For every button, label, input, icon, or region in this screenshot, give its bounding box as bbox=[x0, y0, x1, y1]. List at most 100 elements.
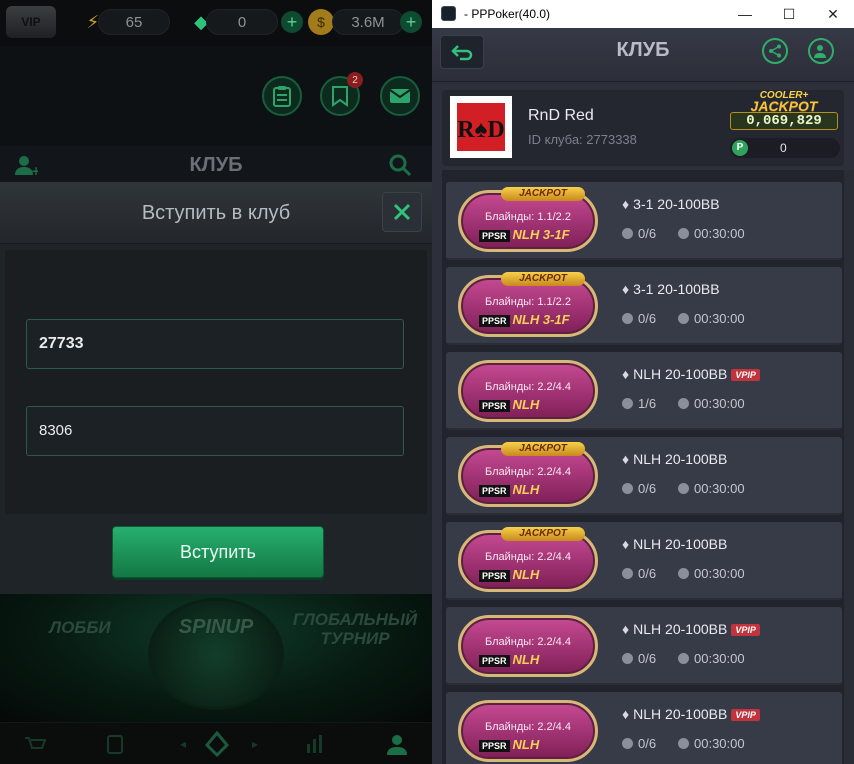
cards-tab-icon[interactable] bbox=[102, 731, 128, 757]
maximize-button[interactable]: ☐ bbox=[774, 4, 804, 24]
spinup-label[interactable]: SPINUP bbox=[150, 616, 282, 639]
game-type-tag: PPSR NLH 3-1F bbox=[479, 227, 585, 243]
table-time: 00:30:00 bbox=[694, 311, 745, 326]
game-type-tag: PPSR NLH bbox=[479, 397, 585, 413]
table-blinds: Блайнды: 1.1/2.2 bbox=[485, 296, 571, 308]
table-row[interactable]: JACKPOT Блайнды: 2.2/4.4 PPSR NLH ♦ NLH 20-10… bbox=[446, 437, 842, 515]
table-name-text: NLH 20-100BB bbox=[633, 451, 728, 467]
table-name-text: NLH 20-100BB bbox=[633, 366, 728, 382]
global-tournament-label-line1[interactable]: ГЛОБАЛЬНЫЙ bbox=[292, 610, 418, 630]
player-count: 0/6 bbox=[638, 311, 657, 326]
table-thumbnail: JACKPOT Блайнды: 1.1/2.2 PPSR NLH 3-1F bbox=[458, 187, 598, 252]
player-icon bbox=[622, 483, 633, 494]
ppsr-tag: PPSR bbox=[479, 229, 510, 242]
close-window-button[interactable]: ✕ bbox=[818, 4, 848, 24]
home-logo-icon[interactable] bbox=[204, 731, 230, 757]
list-scrollbar[interactable] bbox=[844, 170, 854, 764]
coin-icon: $ bbox=[308, 9, 334, 35]
spinup-globe[interactable] bbox=[148, 598, 284, 710]
search-icon[interactable] bbox=[388, 152, 412, 177]
svg-text:R♠D: R♠D bbox=[457, 117, 504, 143]
minimize-button[interactable]: — bbox=[730, 4, 760, 24]
table-row[interactable]: Блайнды: 2.2/4.4 PPSR NLH ♦ NLH 20-100BB VPIP… bbox=[446, 607, 842, 685]
clock-icon bbox=[678, 568, 689, 579]
diamond-suit-icon: ♦ bbox=[622, 451, 630, 467]
dialog-body bbox=[5, 250, 427, 514]
table-thumbnail: Блайнды: 2.2/4.4 PPSR NLH bbox=[458, 360, 598, 422]
chevron-right-icon[interactable]: ▸ bbox=[242, 731, 268, 757]
game-tag-label: NLH 3-1F bbox=[512, 312, 570, 327]
add-coins-button[interactable]: + bbox=[400, 11, 422, 33]
table-time: 00:30:00 bbox=[694, 736, 745, 751]
table-name-text: NLH 20-100BB bbox=[633, 621, 728, 637]
share-button[interactable] bbox=[762, 38, 788, 64]
diamond-suit-icon: ♦ bbox=[622, 366, 630, 382]
game-type-tag: PPSR NLH bbox=[479, 652, 585, 668]
game-tag-label: NLH bbox=[512, 652, 540, 667]
join-club-button[interactable]: Вступить bbox=[112, 526, 324, 578]
clock-icon bbox=[678, 483, 689, 494]
shop-tab-icon[interactable] bbox=[22, 731, 48, 757]
player-icon bbox=[622, 568, 633, 579]
game-type-tag: PPSR NLH bbox=[479, 567, 585, 583]
mail-icon bbox=[389, 89, 411, 103]
p-coin-balance: P 0 bbox=[730, 138, 840, 158]
table-row[interactable]: JACKPOT Блайнды: 1.1/2.2 PPSR NLH 3-1F ♦ 3-1 … bbox=[446, 182, 842, 260]
clipboard-button[interactable] bbox=[262, 76, 302, 116]
table-time: 00:30:00 bbox=[694, 481, 745, 496]
player-icon bbox=[622, 228, 633, 239]
clock-icon bbox=[678, 313, 689, 324]
player-count: 0/6 bbox=[638, 736, 657, 751]
add-user-icon[interactable]: + bbox=[14, 152, 41, 178]
table-row[interactable]: JACKPOT Блайнды: 1.1/2.2 PPSR NLH 3-1F ♦ 3-1 … bbox=[446, 267, 842, 345]
table-blinds: Блайнды: 2.2/4.4 bbox=[485, 636, 571, 648]
global-tournament-label-line2[interactable]: ТУРНИР bbox=[292, 629, 418, 649]
table-name: ♦ NLH 20-100BB bbox=[622, 451, 727, 467]
back-button[interactable] bbox=[440, 35, 484, 69]
invite-code-input[interactable]: 8306 bbox=[26, 406, 404, 456]
game-type-tag: PPSR NLH bbox=[479, 482, 585, 498]
diamond-suit-icon: ♦ bbox=[622, 621, 630, 637]
table-blinds: Блайнды: 2.2/4.4 bbox=[485, 466, 571, 478]
close-dialog-button[interactable] bbox=[382, 192, 422, 232]
members-icon bbox=[814, 45, 826, 58]
table-name: ♦ NLH 20-100BB VPIP bbox=[622, 706, 760, 722]
mail-button[interactable] bbox=[380, 76, 420, 116]
table-name-text: 3-1 20-100BB bbox=[633, 196, 720, 212]
table-thumbnail: JACKPOT Блайнды: 1.1/2.2 PPSR NLH 3-1F bbox=[458, 272, 598, 337]
vip-badge[interactable]: VIP bbox=[6, 6, 56, 38]
ppsr-tag: PPSR bbox=[479, 399, 510, 412]
club-id-input[interactable]: 27733 bbox=[26, 319, 404, 369]
stats-tab-icon[interactable] bbox=[302, 731, 328, 757]
chevron-left-icon[interactable]: ◂ bbox=[170, 731, 196, 757]
members-button[interactable] bbox=[808, 38, 834, 64]
cooler-jackpot-banner[interactable]: COOLER+ JACKPOT 0,069,829 bbox=[726, 90, 842, 134]
profile-tab-icon[interactable] bbox=[384, 731, 410, 757]
add-diamonds-button[interactable]: + bbox=[281, 11, 303, 33]
svg-text:+: + bbox=[31, 164, 38, 177]
ppsr-tag: PPSR bbox=[479, 654, 510, 667]
player-icon bbox=[622, 398, 633, 409]
clock-icon bbox=[678, 738, 689, 749]
table-row[interactable]: Блайнды: 2.2/4.4 PPSR NLH ♦ NLH 20-100BB VPIP… bbox=[446, 692, 842, 764]
jackpot-badge: JACKPOT bbox=[501, 527, 585, 541]
energy-counter: 65 bbox=[98, 9, 170, 35]
share-icon bbox=[769, 44, 781, 58]
table-thumbnail: JACKPOT Блайнды: 2.2/4.4 PPSR NLH bbox=[458, 527, 598, 592]
game-tag-label: NLH bbox=[512, 397, 540, 412]
ppsr-tag: PPSR bbox=[479, 314, 510, 327]
club-section-header: КЛУБ + bbox=[0, 146, 432, 182]
table-row[interactable]: Блайнды: 2.2/4.4 PPSR NLH ♦ NLH 20-100BB VPIP… bbox=[446, 352, 842, 430]
vpip-badge: VPIP bbox=[731, 624, 760, 637]
clipboard-icon bbox=[273, 86, 291, 107]
table-name-text: 3-1 20-100BB bbox=[633, 281, 720, 297]
game-tag-label: NLH 3-1F bbox=[512, 227, 570, 242]
table-row[interactable]: JACKPOT Блайнды: 2.2/4.4 PPSR NLH ♦ NLH 20-10… bbox=[446, 522, 842, 600]
diamond-suit-icon: ♦ bbox=[622, 281, 630, 297]
ppsr-tag: PPSR bbox=[479, 569, 510, 582]
table-blinds: Блайнды: 2.2/4.4 bbox=[485, 551, 571, 563]
join-club-dialog: Вступить в клуб 27733 8306 Вступить bbox=[0, 182, 432, 594]
table-name-text: NLH 20-100BB bbox=[633, 706, 728, 722]
clock-icon bbox=[678, 653, 689, 664]
lobby-label[interactable]: ЛОББИ bbox=[40, 618, 120, 638]
